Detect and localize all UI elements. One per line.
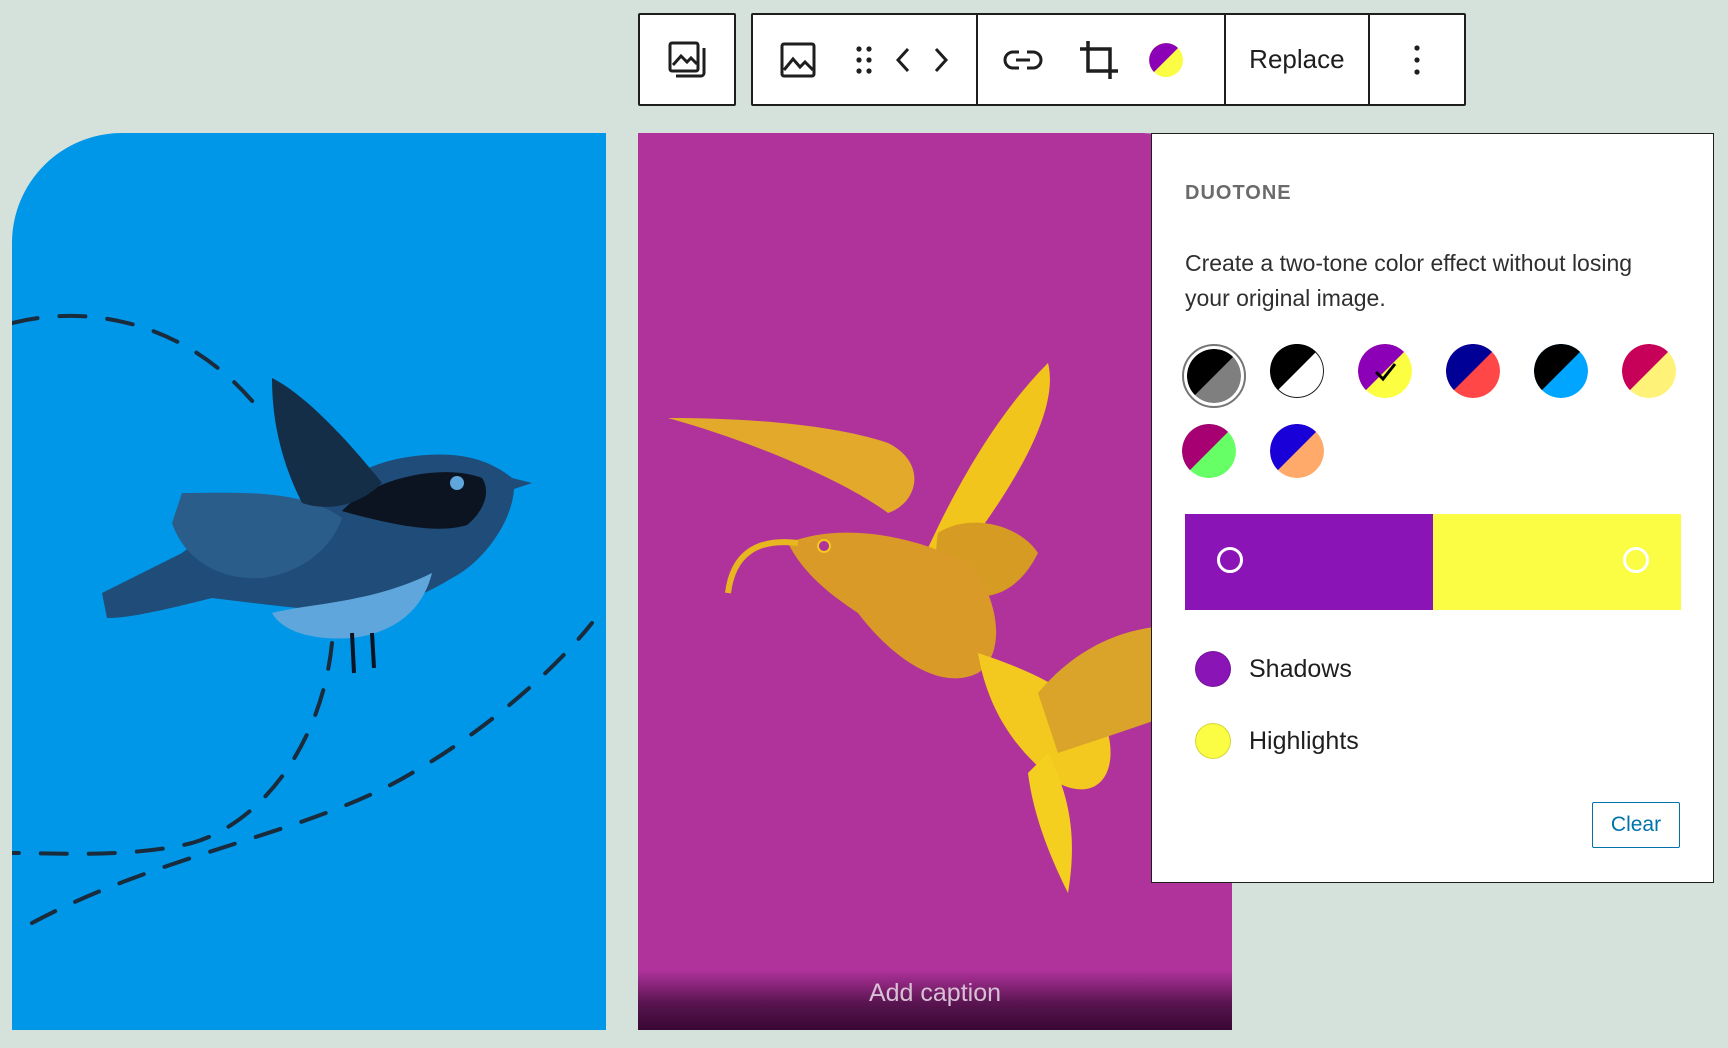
replace-label: Replace (1249, 44, 1345, 74)
highlights-label: Highlights (1249, 726, 1359, 755)
highlights-color-swatch[interactable] (1195, 723, 1231, 759)
clear-button[interactable]: Clear (1592, 802, 1680, 848)
block-switcher-group (638, 13, 736, 106)
hummingbird-illustration (668, 363, 1232, 893)
drag-handle-icon (856, 45, 872, 74)
shadows-label: Shadows (1249, 654, 1352, 683)
duotone-preset-magenta-yellow[interactable] (1622, 344, 1676, 398)
blue-bird-image[interactable] (12, 133, 606, 1030)
image-block-icon (668, 41, 706, 77)
shadows-color-swatch[interactable] (1195, 651, 1231, 687)
duotone-heading: DUOTONE (1185, 182, 1292, 204)
move-right-button[interactable] (923, 15, 959, 104)
duotone-popover: DUOTONE Create a two-tone color effect w… (1151, 133, 1714, 883)
duotone-preset-midnight[interactable] (1534, 344, 1588, 398)
move-left-button[interactable] (884, 15, 924, 104)
highlight-handle[interactable] (1623, 547, 1649, 573)
image-button[interactable] (753, 15, 844, 104)
duotone-description: Create a two-tone color effect without l… (1185, 250, 1633, 311)
block-toolbar: Replace (751, 13, 1466, 106)
link-button[interactable] (978, 15, 1067, 104)
move-left-icon (896, 47, 910, 72)
duotone-preset-purple-green[interactable] (1182, 424, 1236, 478)
highlight-color-stop[interactable] (1433, 514, 1681, 610)
shadow-color-stop[interactable] (1185, 514, 1433, 610)
drag-handle[interactable] (844, 15, 884, 104)
duotone-icon (1149, 42, 1184, 77)
image-icon (780, 42, 816, 77)
duotone-preset-blue-red[interactable] (1446, 344, 1500, 398)
hummingbird-image[interactable]: Add caption (638, 133, 1232, 1030)
shadow-handle[interactable] (1217, 547, 1243, 573)
more-options-icon (1414, 44, 1420, 75)
bird-illustration (12, 313, 594, 925)
block-type-button[interactable] (640, 15, 734, 104)
highlights-row[interactable]: Highlights (1195, 721, 1359, 761)
more-options-button[interactable] (1370, 15, 1464, 104)
caption-input[interactable]: Add caption (638, 979, 1232, 1008)
duotone-preset-blue-orange[interactable] (1270, 424, 1324, 478)
duotone-gradient-bar[interactable] (1185, 514, 1681, 610)
duotone-preset-dark-grayscale[interactable] (1187, 349, 1241, 403)
replace-button[interactable]: Replace (1226, 15, 1368, 104)
crop-button[interactable] (1067, 15, 1130, 104)
duotone-preset-grayscale[interactable] (1270, 344, 1324, 398)
move-right-icon (934, 47, 948, 72)
duotone-button[interactable] (1131, 15, 1202, 104)
shadows-row[interactable]: Shadows (1195, 649, 1352, 689)
duotone-preset-purple-yellow[interactable] (1358, 344, 1412, 398)
link-icon (1003, 50, 1043, 69)
crop-icon (1080, 40, 1119, 79)
